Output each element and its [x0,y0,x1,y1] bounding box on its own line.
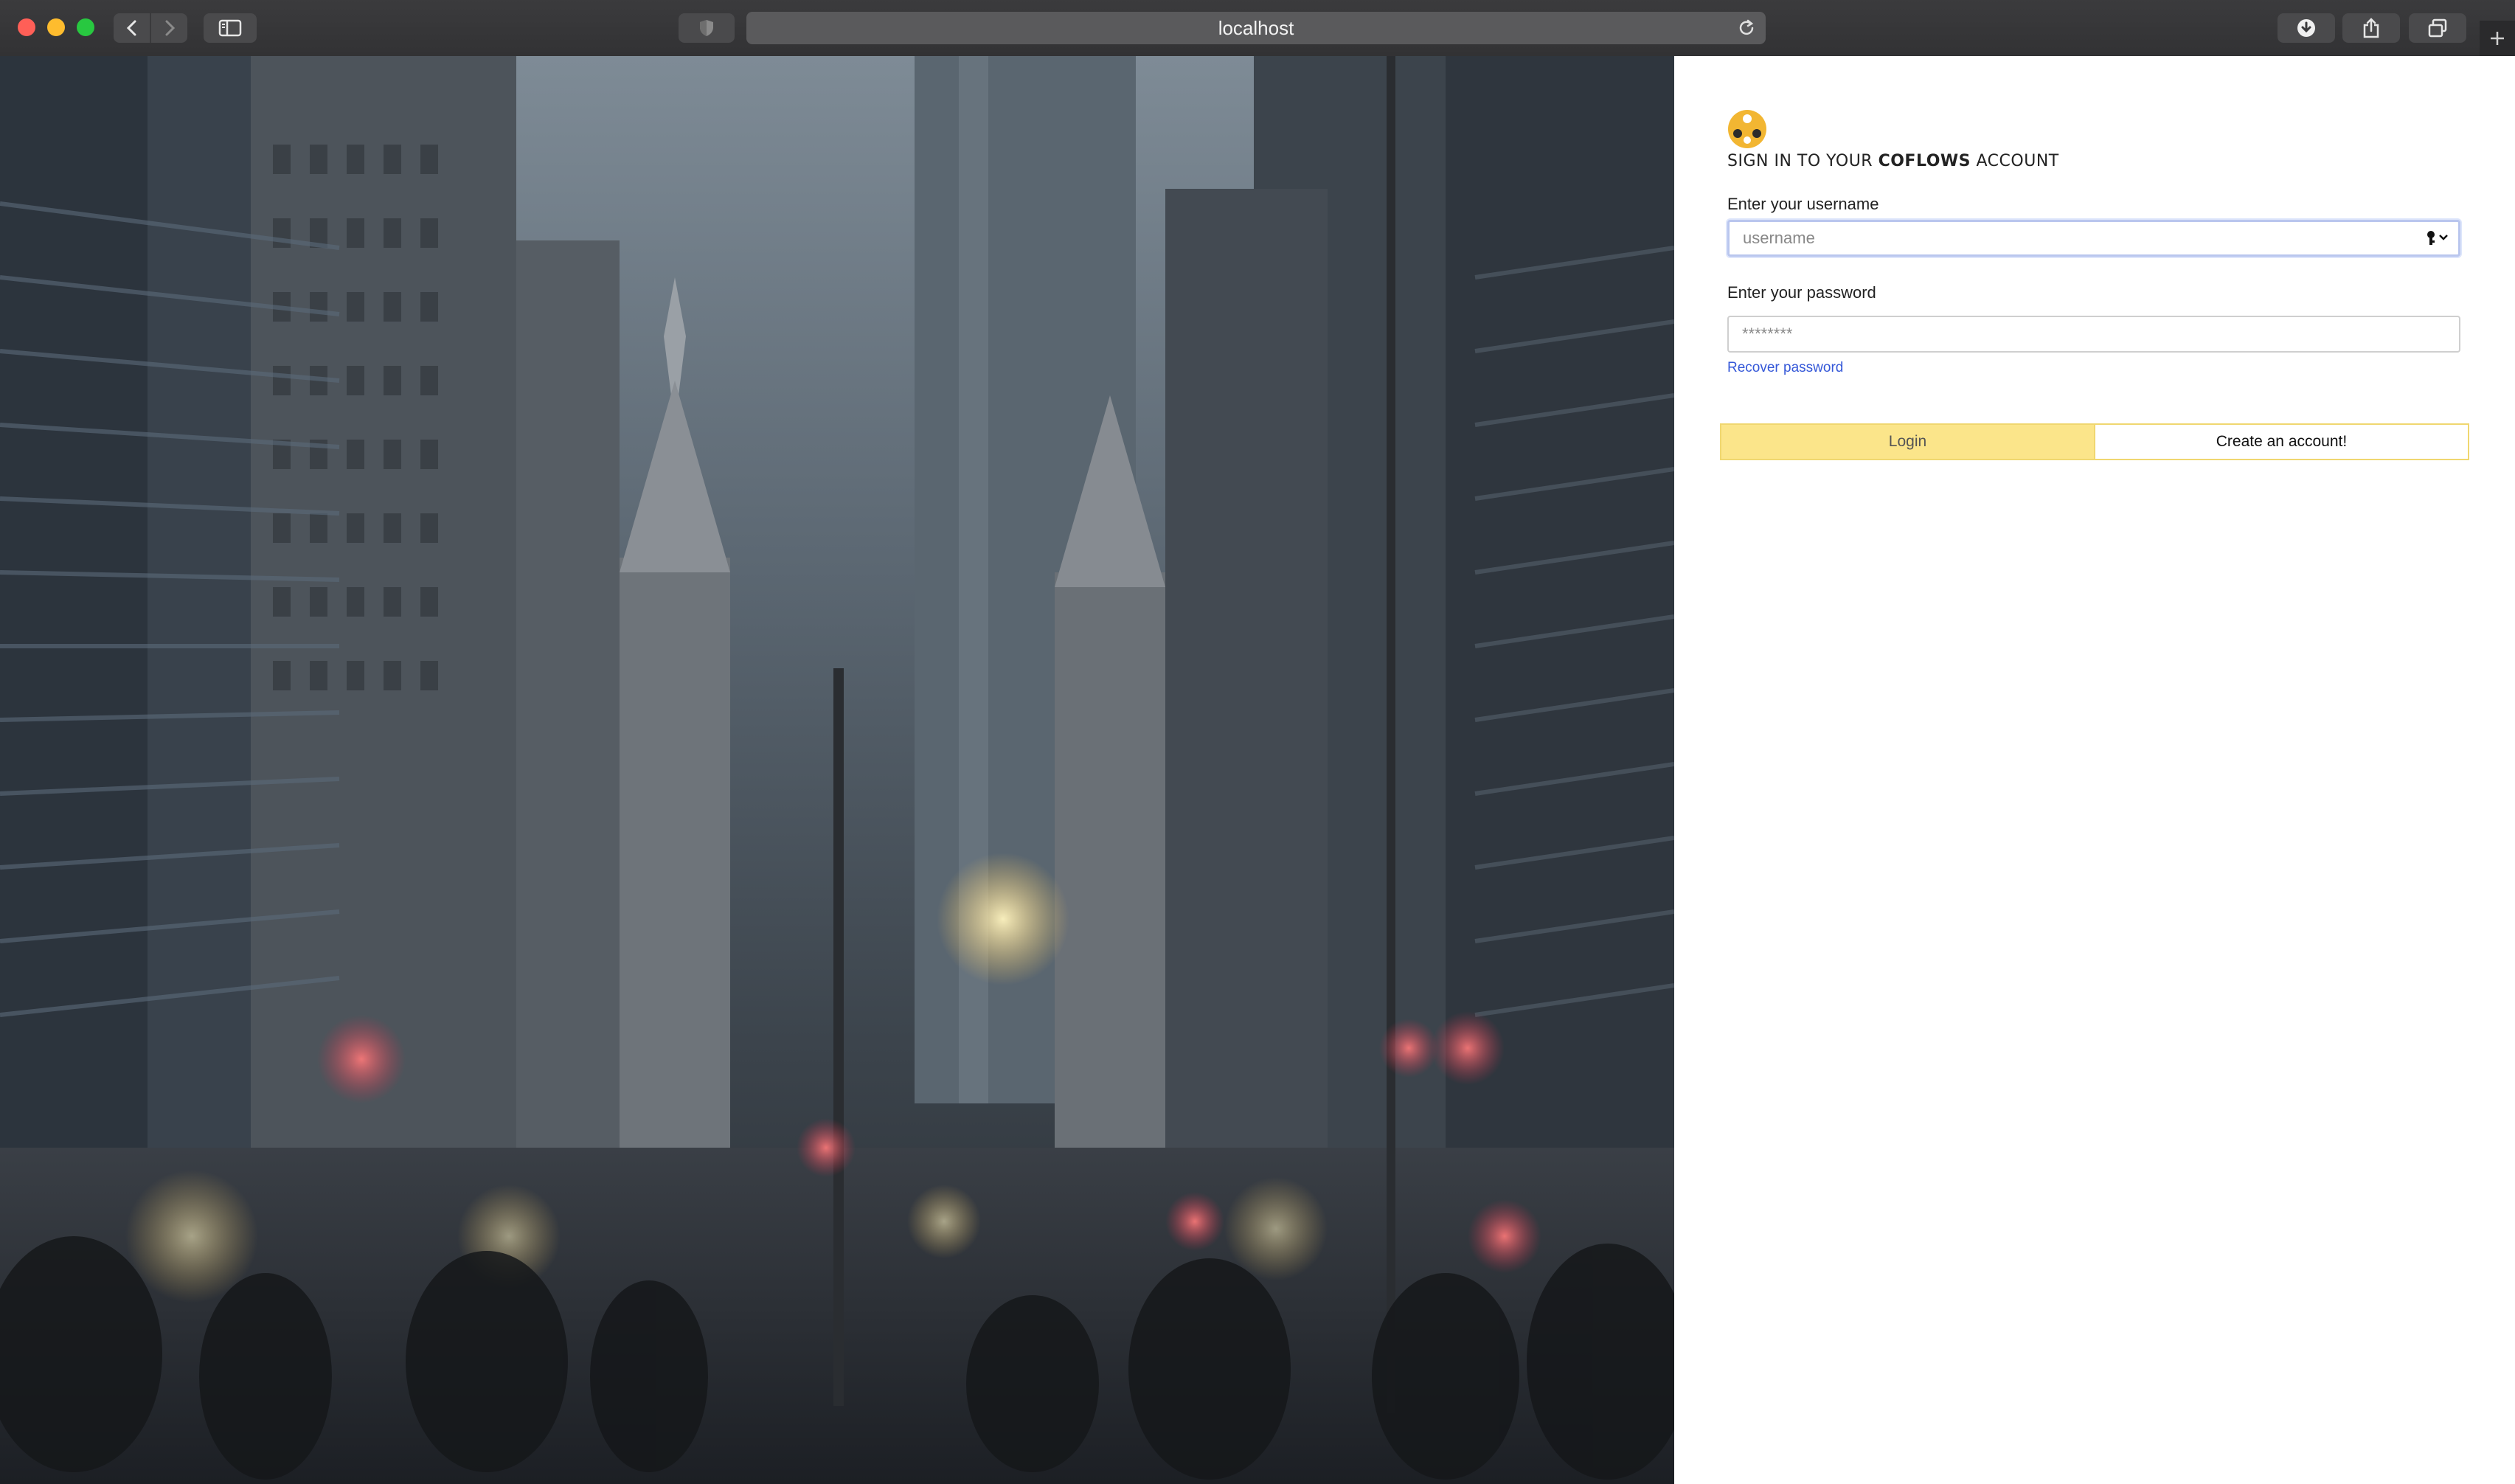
sidebar-icon [218,19,242,37]
privacy-report-button[interactable] [679,13,735,43]
password-input[interactable] [1727,316,2460,353]
password-label: Enter your password [1727,283,1876,302]
page-content: SIGN IN TO YOUR COFLOWS ACCOUNT Enter yo… [0,56,2515,1484]
chevron-left-icon [126,20,136,36]
new-tab-button[interactable] [2480,21,2515,56]
history-nav [114,13,187,43]
tabs-icon [2428,18,2447,38]
create-account-button[interactable]: Create an account! [2094,425,2468,459]
page-title: SIGN IN TO YOUR COFLOWS ACCOUNT [1727,152,2059,170]
chevron-right-icon [165,20,175,36]
coflows-logo-icon [1728,110,1766,148]
title-suffix: ACCOUNT [1971,152,2059,170]
share-button[interactable] [2342,13,2400,43]
title-prefix: SIGN IN TO YOUR [1727,152,1879,170]
url-text: localhost [1218,17,1294,39]
address-bar[interactable]: localhost [746,12,1766,44]
username-label: Enter your username [1727,195,1879,213]
city-skyline-illustration [0,56,1674,1484]
shield-icon [700,20,713,36]
username-input[interactable] [1727,220,2460,257]
brand-name: COFLOWS [1878,152,1971,170]
auth-button-group: Login Create an account! [1720,423,2469,460]
tab-overview-button[interactable] [2409,13,2466,43]
recover-password-link[interactable]: Recover password [1727,360,1843,376]
city-background-image [0,56,1674,1484]
downloads-button[interactable] [2278,13,2335,43]
minimize-window-button[interactable] [47,18,65,36]
password-autofill-key-icon[interactable] [2424,229,2453,248]
login-button[interactable]: Login [1721,425,2094,459]
sidebar-toggle-button[interactable] [204,13,257,43]
plus-icon [2491,32,2504,45]
back-button[interactable] [114,13,150,43]
maximize-window-button[interactable] [77,18,94,36]
close-window-button[interactable] [18,18,35,36]
login-panel: SIGN IN TO YOUR COFLOWS ACCOUNT Enter yo… [1674,56,2515,1484]
browser-toolbar: localhost [0,0,2515,58]
forward-button[interactable] [150,13,187,43]
reload-icon[interactable] [1736,18,1757,38]
share-icon [2363,18,2379,38]
download-icon [2297,19,2315,37]
